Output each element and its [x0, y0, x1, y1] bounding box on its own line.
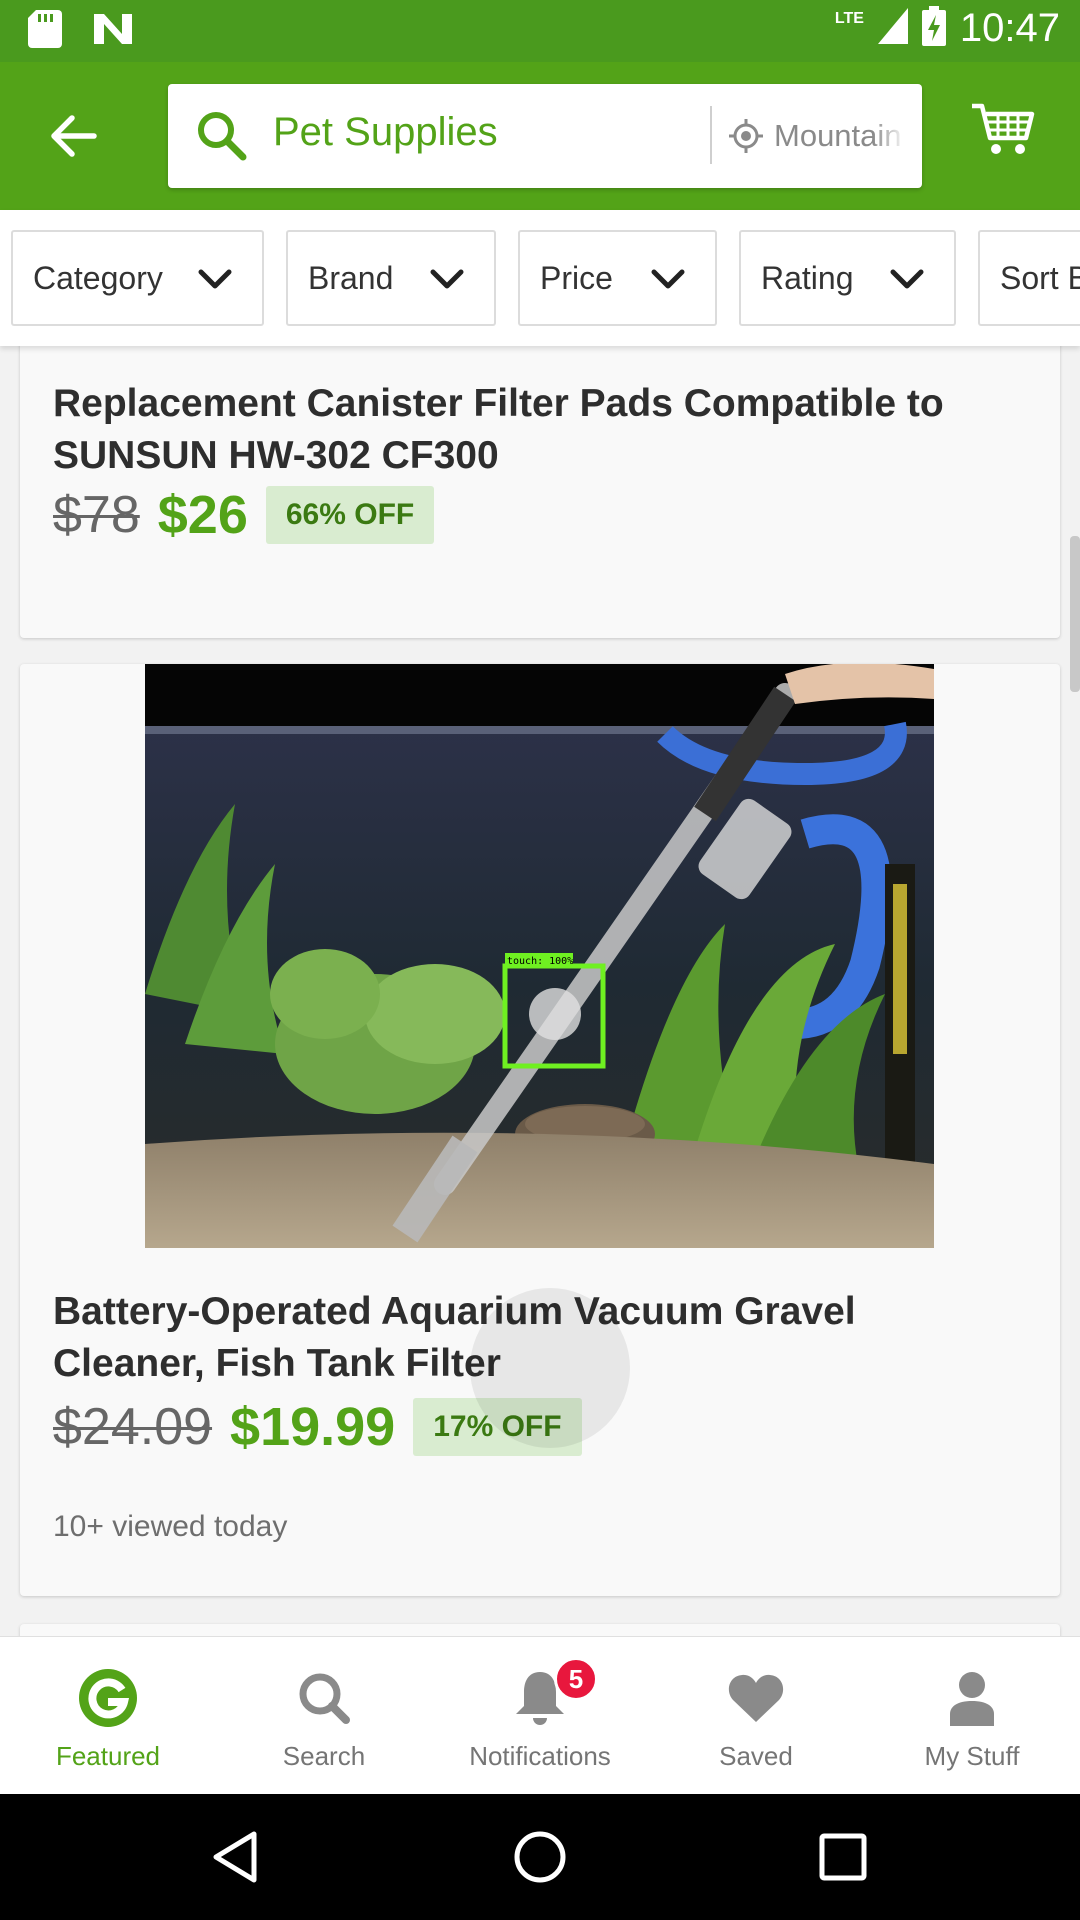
search-icon: [296, 1667, 352, 1729]
chevron-down-icon: [430, 262, 464, 299]
original-price: $78: [53, 486, 140, 544]
nav-label: Featured: [55, 1741, 161, 1771]
nav-label: Notifications: [469, 1741, 611, 1771]
chevron-down-icon: [198, 262, 232, 299]
back-triangle-icon: [210, 1830, 260, 1889]
search-query[interactable]: Pet Supplies: [273, 110, 498, 155]
home-circle-icon: [513, 1830, 567, 1889]
n-notification-icon: [92, 12, 134, 51]
filter-label: Category: [33, 259, 163, 296]
filter-sort-by[interactable]: Sort By: [978, 230, 1080, 326]
location-icon[interactable]: [728, 118, 764, 159]
product-feed[interactable]: Replacement Canister Filter Pads Compati…: [0, 346, 1080, 1636]
filter-label: Price: [540, 259, 613, 296]
battery-charging-icon: [921, 6, 946, 51]
filter-label: Brand: [308, 259, 394, 296]
location-text[interactable]: Mountain View: [774, 118, 906, 154]
search-bar[interactable]: Pet Supplies Mountain View: [168, 84, 922, 188]
sale-price: $19.99: [230, 1397, 396, 1457]
system-back-button[interactable]: [200, 1824, 270, 1894]
product-card[interactable]: Replacement Canister Filter Pads Compati…: [20, 346, 1060, 638]
person-icon: [948, 1667, 996, 1729]
heart-icon: [727, 1667, 785, 1729]
search-divider: [710, 106, 712, 164]
back-arrow-icon: [50, 114, 98, 163]
filter-label: Sort By: [1000, 259, 1080, 296]
cart-icon: [970, 103, 1036, 162]
original-price: $24.09: [53, 1398, 213, 1456]
status-bar: LTE 10:47: [0, 0, 1080, 62]
app-header: Pet Supplies Mountain View: [0, 62, 1080, 210]
sale-price: $26: [157, 485, 248, 545]
nav-notifications[interactable]: 5 Notifications: [432, 1637, 648, 1795]
touch-ripple: [470, 1288, 630, 1448]
system-home-button[interactable]: [505, 1824, 575, 1894]
sd-card-icon: [28, 10, 62, 53]
signal-icon: [877, 8, 908, 49]
nav-search[interactable]: Search: [216, 1637, 432, 1795]
network-type: LTE: [834, 9, 864, 27]
bell-icon: 5: [512, 1657, 598, 1729]
aquarium-photo: touch: 100%: [145, 664, 934, 1248]
nav-featured[interactable]: Featured: [0, 1637, 216, 1795]
groupon-g-icon: [78, 1667, 138, 1729]
price-row: $78 $26 66% OFF: [53, 484, 435, 546]
chevron-down-icon: [651, 262, 685, 299]
back-button[interactable]: [40, 104, 108, 172]
filter-bar: Category Brand Price Rating Sort By: [0, 210, 1080, 346]
clock: 10:47: [959, 6, 1060, 50]
filter-category[interactable]: Category: [11, 230, 264, 326]
nav-my-stuff[interactable]: My Stuff: [864, 1637, 1080, 1795]
filter-brand[interactable]: Brand: [286, 230, 496, 326]
nav-saved[interactable]: Saved: [648, 1637, 864, 1795]
nav-label: My Stuff: [924, 1741, 1020, 1771]
cart-button[interactable]: [970, 100, 1050, 170]
filter-rating[interactable]: Rating: [739, 230, 956, 326]
bottom-navigation: Featured Search 5 Notifications Saved My…: [0, 1636, 1080, 1794]
product-title[interactable]: Replacement Canister Filter Pads Compati…: [53, 378, 1013, 482]
scrollbar[interactable]: [1070, 536, 1080, 692]
nav-label: Saved: [719, 1741, 793, 1771]
discount-badge: 66% OFF: [265, 486, 435, 544]
nav-label: Search: [282, 1741, 366, 1771]
recents-square-icon: [819, 1833, 867, 1886]
product-card[interactable]: [20, 1624, 1060, 1636]
filter-price[interactable]: Price: [518, 230, 717, 326]
notification-badge: 5: [554, 1657, 598, 1701]
detection-label: touch: 100%: [507, 956, 573, 967]
filter-label: Rating: [761, 259, 854, 296]
system-navigation: [0, 1794, 1080, 1920]
system-recents-button[interactable]: [808, 1824, 878, 1894]
search-icon: [196, 110, 248, 167]
chevron-down-icon: [890, 262, 924, 299]
view-count: 10+ viewed today: [53, 1510, 288, 1543]
product-card[interactable]: touch: 100% Battery-Operated Aquarium Va…: [20, 664, 1060, 1596]
product-image[interactable]: touch: 100%: [145, 664, 934, 1248]
